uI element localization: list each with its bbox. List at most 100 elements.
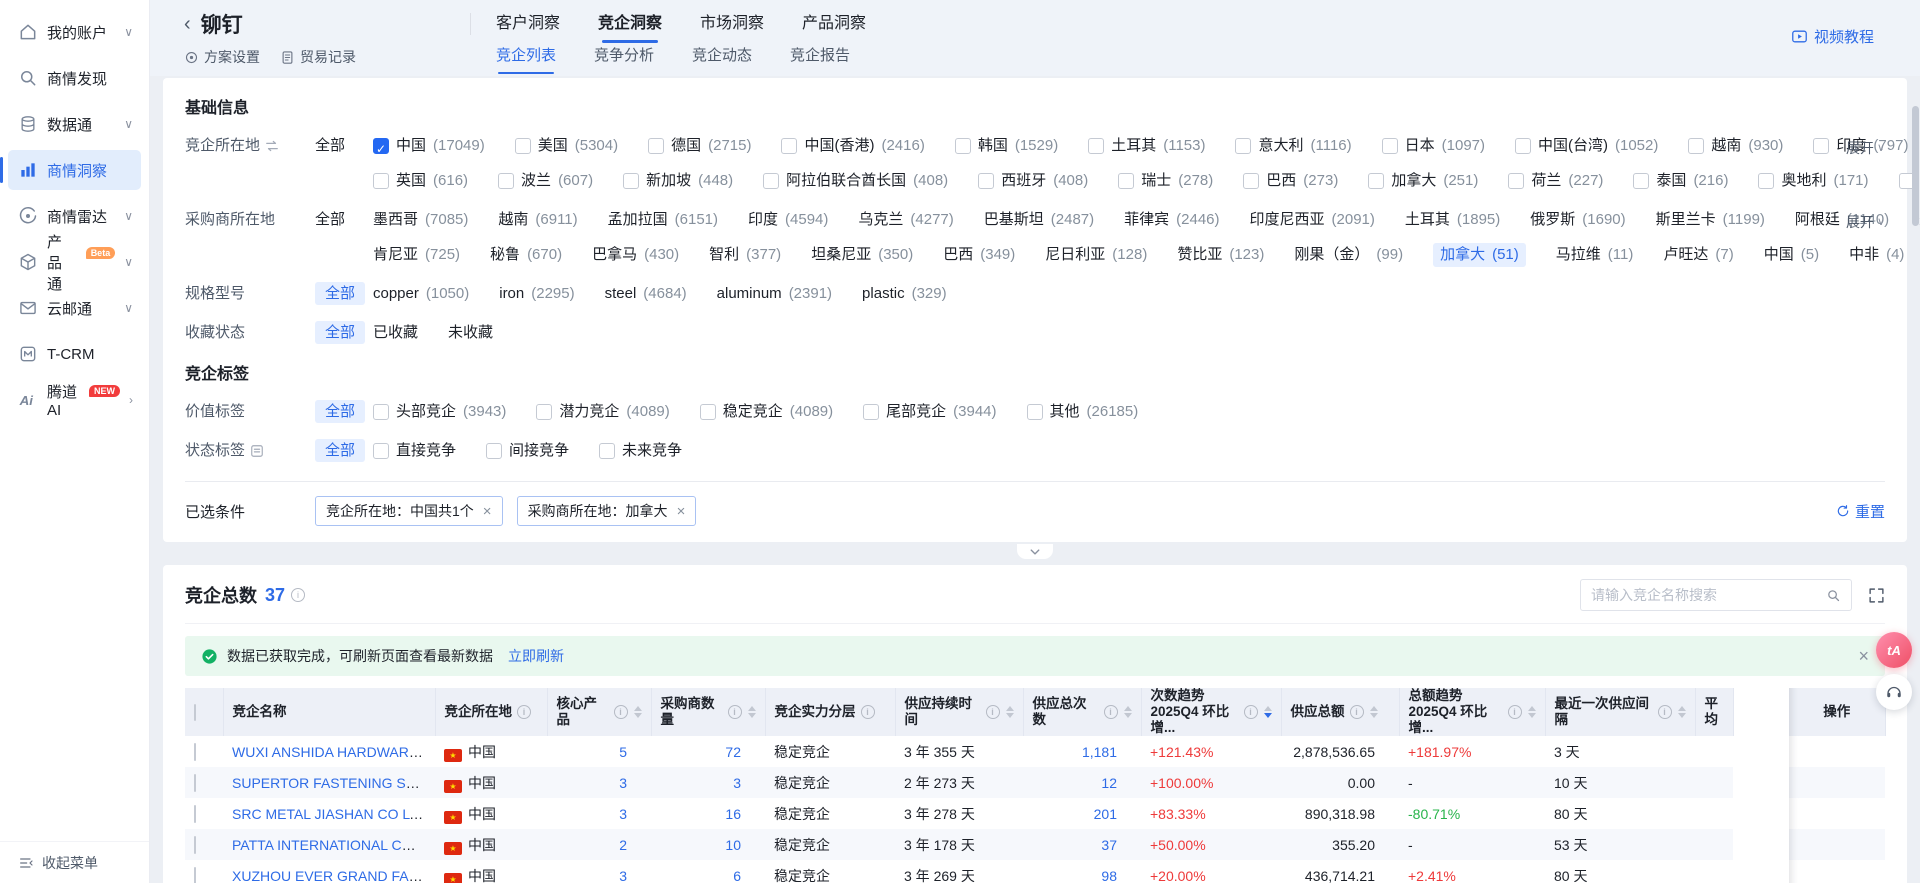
reset-filters-button[interactable]: 重置	[1836, 501, 1885, 522]
checkbox[interactable]	[978, 173, 994, 189]
checkbox[interactable]	[1088, 138, 1104, 154]
checkbox[interactable]	[955, 138, 971, 154]
sort-toggle[interactable]	[1006, 706, 1014, 718]
checkbox[interactable]	[1027, 404, 1043, 420]
filter-option[interactable]: 瑞士 (278)	[1118, 169, 1213, 193]
customer-service-float-button[interactable]	[1876, 674, 1912, 710]
company-name-link[interactable]: SRC METAL JIASHAN CO LTD	[232, 806, 428, 822]
table-row[interactable]: PATTA INTERNATIONAL CO LTD 中国 2 10 稳定竞企 …	[185, 829, 1885, 860]
checkbox[interactable]	[763, 173, 779, 189]
company-name-link[interactable]: WUXI ANSHIDA HARDWARE CO LTD	[232, 744, 435, 760]
filter-option[interactable]: 中国 (17049)	[373, 134, 485, 158]
filter-all-option[interactable]: 全部	[315, 134, 373, 158]
filter-option[interactable]: 未收藏	[448, 321, 493, 345]
buyer-count-link[interactable]: 72	[725, 744, 741, 760]
filter-option[interactable]: steel (4684)	[605, 282, 687, 306]
sidebar-item-t-crm[interactable]: T-CRM	[8, 334, 141, 374]
filter-option[interactable]: 加拿大 (251)	[1368, 169, 1478, 193]
filter-option[interactable]: 墨西哥 (7085)	[373, 208, 468, 232]
checkbox[interactable]	[1118, 173, 1134, 189]
plan-settings-button[interactable]: 方案设置	[184, 47, 260, 67]
filter-all-option-active[interactable]: 全部	[315, 439, 373, 463]
collapse-filter-panel-button[interactable]	[1017, 544, 1053, 559]
column-header[interactable]: 供应总额 i	[1281, 688, 1399, 736]
filter-option[interactable]: 奥地利 (171)	[1758, 169, 1868, 193]
table-row[interactable]: WUXI ANSHIDA HARDWARE CO LTD 中国 5 72 稳定竞…	[185, 736, 1885, 767]
column-header[interactable]: 采购商数量 i	[651, 688, 765, 736]
tab[interactable]: 客户洞察	[496, 5, 560, 43]
sort-toggle[interactable]	[1264, 706, 1272, 718]
column-header[interactable]: 供应总次数 i	[1023, 688, 1141, 736]
filter-option[interactable]: 智利 (377)	[709, 243, 781, 267]
supply-times-link[interactable]: 201	[1094, 806, 1117, 822]
buyer-count-link[interactable]: 3	[733, 775, 741, 791]
filter-option[interactable]: 未来竞争	[599, 439, 682, 463]
filter-option[interactable]: 加拿大 (51)	[1433, 243, 1526, 267]
filter-option[interactable]: 孟加拉国 (6151)	[608, 208, 718, 232]
filter-option[interactable]: 巴基斯坦 (2487)	[984, 208, 1094, 232]
checkbox[interactable]	[863, 404, 879, 420]
checkbox[interactable]	[498, 173, 514, 189]
table-row[interactable]: SRC METAL JIASHAN CO LTD 中国 3 16 稳定竞企 3 …	[185, 798, 1885, 829]
filter-option[interactable]: 俄罗斯 (1690)	[1530, 208, 1625, 232]
sort-toggle[interactable]	[1678, 706, 1686, 718]
filter-option[interactable]: 德国 (2715)	[648, 134, 751, 158]
column-header[interactable]	[1733, 688, 1789, 736]
checkbox[interactable]	[700, 404, 716, 420]
filter-option[interactable]: 中国(台湾) (1052)	[1515, 134, 1658, 158]
filter-option[interactable]: 刚果（金） (99)	[1294, 243, 1403, 267]
sidebar-item-biz-discovery[interactable]: 商情发现	[8, 58, 141, 98]
filter-option[interactable]: 潜力竞企 (4089)	[536, 400, 669, 424]
select-all-checkbox[interactable]	[194, 704, 196, 721]
core-products-link[interactable]: 2	[619, 837, 627, 853]
filter-option[interactable]: 中国(香港) (2416)	[781, 134, 924, 158]
filter-option[interactable]: 直接竞争	[373, 439, 456, 463]
column-header[interactable]: 竞企所在地 i	[435, 688, 547, 736]
checkbox[interactable]	[515, 138, 531, 154]
filter-option[interactable]: 肯尼亚 (725)	[373, 243, 460, 267]
checkbox[interactable]	[1508, 173, 1524, 189]
company-search-input[interactable]	[1591, 587, 1826, 603]
row-checkbox[interactable]	[194, 836, 196, 854]
filter-option[interactable]: iron (2295)	[499, 282, 574, 306]
filter-all-option-active[interactable]: 全部	[315, 282, 373, 306]
sidebar-item-tengdao-ai[interactable]: 腾道AI NEW ›	[8, 380, 141, 420]
core-products-link[interactable]: 3	[619, 806, 627, 822]
filter-all-option[interactable]: 全部	[315, 208, 373, 232]
buyer-count-link[interactable]: 16	[725, 806, 741, 822]
tab[interactable]: 竞企洞察	[598, 5, 662, 43]
filter-option[interactable]: 印度 (4594)	[748, 208, 828, 232]
column-header[interactable]: 平均	[1695, 688, 1733, 736]
search-icon[interactable]	[1826, 588, 1841, 603]
filter-option[interactable]: 卢旺达 (7)	[1663, 243, 1733, 267]
filter-option[interactable]: 稳定竞企 (4089)	[700, 400, 833, 424]
checkbox[interactable]	[373, 404, 389, 420]
filter-option[interactable]: 荷兰 (227)	[1508, 169, 1603, 193]
filter-option[interactable]: 土耳其 (1153)	[1088, 134, 1205, 158]
table-row[interactable]: SUPERTOR FASTENING SHANGHAI... 中国 3 3 稳定…	[185, 767, 1885, 798]
checkbox[interactable]	[536, 404, 552, 420]
tab[interactable]: 产品洞察	[802, 5, 866, 43]
filter-option[interactable]: 美国 (5304)	[515, 134, 618, 158]
company-name-link[interactable]: XUZHOU EVER GRAND FASTENERS...	[232, 868, 435, 883]
buyer-count-link[interactable]: 10	[725, 837, 741, 853]
core-products-link[interactable]: 3	[619, 775, 627, 791]
checkbox[interactable]	[486, 443, 502, 459]
subtab[interactable]: 竞企动态	[692, 42, 752, 72]
sort-toggle[interactable]	[634, 706, 642, 718]
filter-option[interactable]: 日本 (1097)	[1382, 134, 1485, 158]
filter-option[interactable]: 阿拉伯联合酋长国 (408)	[763, 169, 948, 193]
supply-times-link[interactable]: 12	[1101, 775, 1117, 791]
table-row[interactable]: XUZHOU EVER GRAND FASTENERS... 中国 3 6 稳定…	[185, 860, 1885, 883]
filter-option[interactable]: 其他 (26185)	[1027, 400, 1139, 424]
sidebar-item-data-link[interactable]: 数据通 ∨	[8, 104, 141, 144]
checkbox[interactable]	[373, 138, 389, 154]
filter-option[interactable]: 英国 (616)	[373, 169, 468, 193]
filter-option[interactable]: plastic (329)	[862, 282, 947, 306]
supply-times-link[interactable]: 37	[1101, 837, 1117, 853]
supply-times-link[interactable]: 1,181	[1082, 744, 1117, 760]
sort-toggle[interactable]	[1370, 706, 1378, 718]
checkbox[interactable]	[1368, 173, 1384, 189]
sort-toggle[interactable]	[1528, 706, 1536, 718]
row-checkbox[interactable]	[194, 867, 196, 883]
